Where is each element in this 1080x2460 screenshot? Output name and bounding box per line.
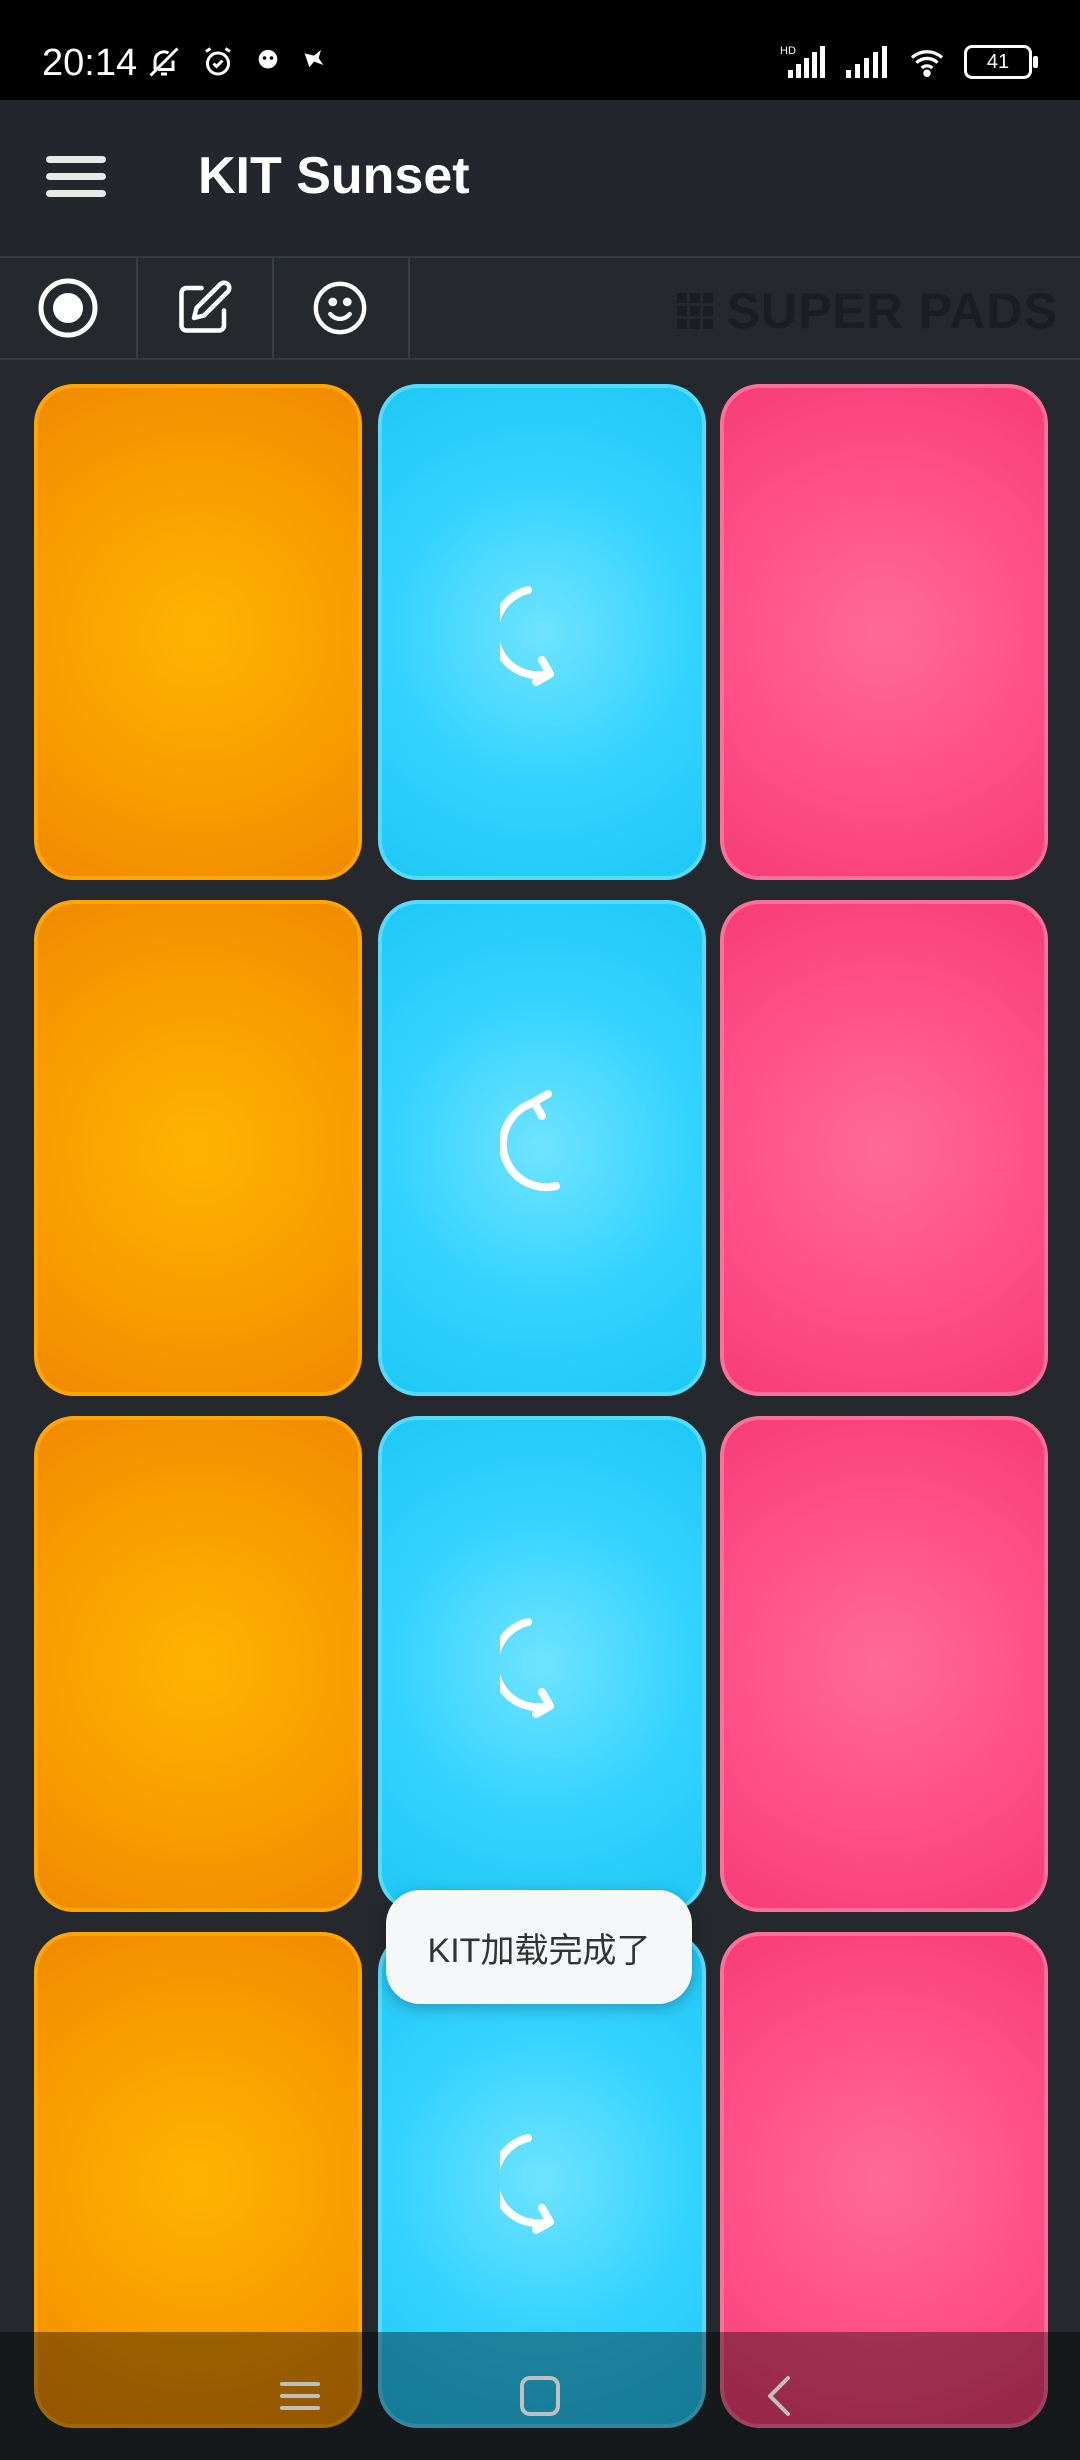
pad-r3-c1[interactable] xyxy=(34,1416,362,1912)
pad-r3-c3[interactable] xyxy=(720,1416,1048,1912)
status-time: 20:14 xyxy=(42,42,138,84)
square-icon xyxy=(520,2376,560,2416)
menu-icon-line xyxy=(46,156,106,163)
home-button[interactable] xyxy=(500,2364,580,2428)
alarm-icon xyxy=(200,44,236,80)
app-notification-icon xyxy=(254,44,282,80)
app-bar: KIT Sunset xyxy=(0,100,1080,258)
record-button[interactable] xyxy=(0,258,138,358)
status-icons-left xyxy=(146,44,328,80)
toolbar: SUPER PADS xyxy=(0,258,1080,360)
bird-notification-icon xyxy=(300,44,328,80)
menu-icon-line xyxy=(46,190,106,197)
toast-message: KIT加载完成了 xyxy=(386,1890,692,2004)
back-button[interactable] xyxy=(740,2364,820,2428)
brand-label: SUPER PADS xyxy=(726,283,1058,339)
refresh-ccw-icon xyxy=(490,1602,584,1727)
pad-r2-c2[interactable] xyxy=(378,900,706,1396)
super-pads-logo: SUPER PADS xyxy=(676,282,1058,340)
system-nav-bar xyxy=(0,2332,1080,2460)
refresh-ccw-icon xyxy=(490,2118,584,2243)
menu-lines-icon xyxy=(280,2382,320,2410)
edit-button[interactable] xyxy=(136,258,274,358)
emoji-button[interactable] xyxy=(272,258,410,358)
pad-r2-c3[interactable] xyxy=(720,900,1048,1396)
status-icons-right: HD 41 xyxy=(780,44,1038,80)
menu-icon-line xyxy=(46,173,106,180)
battery-indicator: 41 xyxy=(964,45,1038,79)
bell-off-icon xyxy=(146,44,182,80)
svg-text:HD: HD xyxy=(780,45,796,57)
cellular-signal-icon: HD xyxy=(780,44,830,80)
record-icon xyxy=(38,278,98,338)
pad-r1-c2[interactable] xyxy=(378,384,706,880)
chevron-left-icon xyxy=(768,2376,790,2416)
wifi-icon xyxy=(904,44,950,80)
edit-icon xyxy=(179,280,232,333)
status-bar: 20:14 HD 41 xyxy=(0,0,1080,100)
pad-r3-c2[interactable] xyxy=(378,1416,706,1912)
cellular-signal-2-icon xyxy=(844,44,890,80)
pad-r1-c1[interactable] xyxy=(34,384,362,880)
pad-r1-c3[interactable] xyxy=(720,384,1048,880)
recent-apps-button[interactable] xyxy=(260,2364,340,2428)
grid-logo-icon xyxy=(676,293,713,329)
pad-r2-c1[interactable] xyxy=(34,900,362,1396)
refresh-cw-icon xyxy=(498,1086,584,1211)
smiley-icon xyxy=(313,281,367,335)
menu-button[interactable] xyxy=(46,156,106,202)
refresh-ccw-icon xyxy=(490,570,584,695)
kit-title: KIT Sunset xyxy=(198,147,470,205)
